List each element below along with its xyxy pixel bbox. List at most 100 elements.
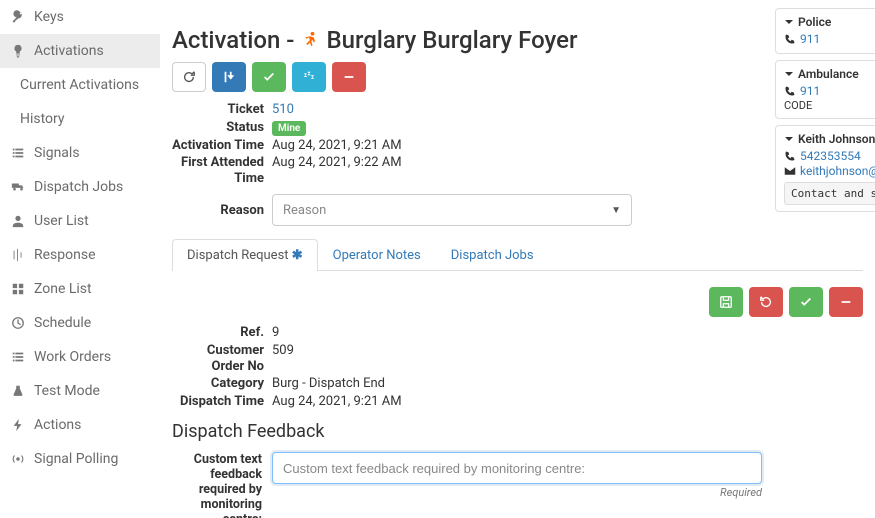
tabs: Dispatch Request ✱ Operator Notes Dispat… — [172, 238, 863, 271]
sidebar-item-user-list[interactable]: User List — [0, 204, 160, 238]
sidebar-item-work-orders[interactable]: Work Orders — [0, 340, 160, 374]
police-phone[interactable]: 911 — [784, 32, 875, 46]
snooze-button[interactable] — [292, 62, 326, 92]
sidebar-item-keys[interactable]: Keys — [0, 0, 160, 34]
refresh-button[interactable] — [172, 62, 206, 92]
status-badge: Mine — [272, 121, 306, 136]
sidebar-item-label: Zone List — [34, 281, 92, 297]
reason-label: Reason — [172, 203, 272, 219]
confirm-button[interactable] — [789, 287, 823, 317]
ambulance-card: Ambulance 911 CODE — [775, 60, 875, 119]
signal-icon — [10, 451, 26, 467]
order-value: 509 — [272, 343, 863, 358]
page-title: Activation - Burglary Burglary Foyer — [172, 26, 863, 54]
bulb-icon — [10, 43, 26, 59]
dispatch-time-value: Aug 24, 2021, 9:21 AM — [272, 394, 863, 409]
list-icon — [10, 349, 26, 365]
tab-operator-notes[interactable]: Operator Notes — [318, 239, 436, 271]
key-icon — [10, 9, 26, 25]
ticket-label: Ticket — [172, 102, 272, 118]
dispatch-toolbar — [172, 287, 863, 317]
running-icon — [300, 30, 320, 50]
save-button[interactable] — [709, 287, 743, 317]
tab-dispatch-jobs[interactable]: Dispatch Jobs — [436, 239, 549, 271]
ticket-link[interactable]: 510 — [272, 102, 294, 117]
person-note: Contact and se — [784, 182, 875, 205]
police-card: Police 911 — [775, 8, 875, 54]
activation-toolbar — [172, 62, 863, 92]
sidebar-item-actions[interactable]: Actions — [0, 408, 160, 442]
sidebar-item-response[interactable]: Response — [0, 238, 160, 272]
contact-panel: Police 911 Ambulance 911 CODE Keith John… — [775, 8, 875, 212]
person-title: Keith Johnson — [798, 132, 875, 146]
list-icon — [10, 145, 26, 161]
sidebar-item-label: Work Orders — [34, 349, 111, 365]
truck-icon — [10, 179, 26, 195]
category-value: Burg - Dispatch End — [272, 376, 863, 391]
sidebar-item-label: History — [20, 111, 65, 127]
chevron-down-icon — [784, 134, 794, 144]
chevron-down-icon — [784, 17, 794, 27]
sidebar-item-label: Response — [34, 247, 96, 263]
sidebar-item-label: Activations — [34, 43, 104, 59]
category-label: Category — [172, 376, 272, 392]
sidebar-item-signal-polling[interactable]: Signal Polling — [0, 442, 160, 476]
tab-dispatch-request[interactable]: Dispatch Request ✱ — [172, 239, 318, 271]
ref-value: 9 — [272, 325, 863, 340]
custom-text-label: Custom text feedback required by monitor… — [172, 452, 272, 518]
dispatch-time-label: Dispatch Time — [172, 394, 272, 410]
person-card: Keith Johnson 542353554 keithjohnson@ Co… — [775, 125, 875, 212]
sidebar-item-dispatch-jobs[interactable]: Dispatch Jobs — [0, 170, 160, 204]
order-label: Customer Order No — [172, 343, 272, 374]
delete-button[interactable] — [829, 287, 863, 317]
phone-icon — [784, 85, 796, 97]
envelope-icon — [784, 165, 796, 177]
sidebar-item-schedule[interactable]: Schedule — [0, 306, 160, 340]
user-icon — [10, 213, 26, 229]
accept-button[interactable] — [252, 62, 286, 92]
sidebar-item-activations[interactable]: Activations — [0, 34, 160, 68]
phone-icon — [784, 150, 796, 162]
sidebar-item-label: Dispatch Jobs — [34, 179, 123, 195]
reason-select[interactable]: Reason ▼ — [272, 194, 632, 226]
sidebar-item-test-mode[interactable]: Test Mode — [0, 374, 160, 408]
phone-icon — [784, 33, 796, 45]
chevron-down-icon: ▼ — [611, 205, 621, 216]
sidebar-item-history[interactable]: History — [0, 102, 160, 136]
sidebar-item-label: Signals — [34, 145, 80, 161]
custom-text-input[interactable] — [272, 452, 762, 484]
required-note: Required — [272, 484, 762, 499]
sidebar-item-label: Schedule — [34, 315, 91, 331]
remove-button[interactable] — [332, 62, 366, 92]
flask-icon — [10, 383, 26, 399]
sidebar-item-label: Signal Polling — [34, 451, 118, 467]
ambulance-phone[interactable]: 911 — [784, 84, 875, 98]
sidebar-item-zone-list[interactable]: Zone List — [0, 272, 160, 306]
first-attended-label: First Attended Time — [172, 155, 272, 186]
police-title: Police — [798, 15, 831, 29]
zone-icon — [10, 281, 26, 297]
bolt-icon — [10, 417, 26, 433]
person-phone[interactable]: 542353554 — [784, 149, 875, 163]
status-label: Status — [172, 120, 272, 136]
ref-label: Ref. — [172, 325, 272, 341]
sidebar-item-label: Test Mode — [34, 383, 100, 399]
ambulance-code: CODE — [784, 99, 875, 112]
sidebar-item-label: Keys — [34, 9, 64, 25]
sidebar-item-label: Actions — [34, 417, 81, 433]
sidebar-item-current-activations[interactable]: Current Activations — [0, 68, 160, 102]
chevron-down-icon — [784, 69, 794, 79]
sidebar-item-signals[interactable]: Signals — [0, 136, 160, 170]
ambulance-title: Ambulance — [798, 67, 859, 81]
sidebar-item-label: Current Activations — [20, 77, 139, 93]
response-icon — [10, 247, 26, 263]
sidebar: Keys Activations Current Activations His… — [0, 0, 160, 518]
main-content: Activation - Burglary Burglary Foyer Tic… — [160, 0, 875, 518]
undo-button[interactable] — [749, 287, 783, 317]
asterisk-icon: ✱ — [292, 248, 303, 263]
activation-time-label: Activation Time — [172, 138, 272, 154]
assign-button[interactable] — [212, 62, 246, 92]
clock-icon — [10, 315, 26, 331]
sidebar-item-label: User List — [34, 213, 89, 229]
person-email[interactable]: keithjohnson@ — [784, 164, 875, 178]
